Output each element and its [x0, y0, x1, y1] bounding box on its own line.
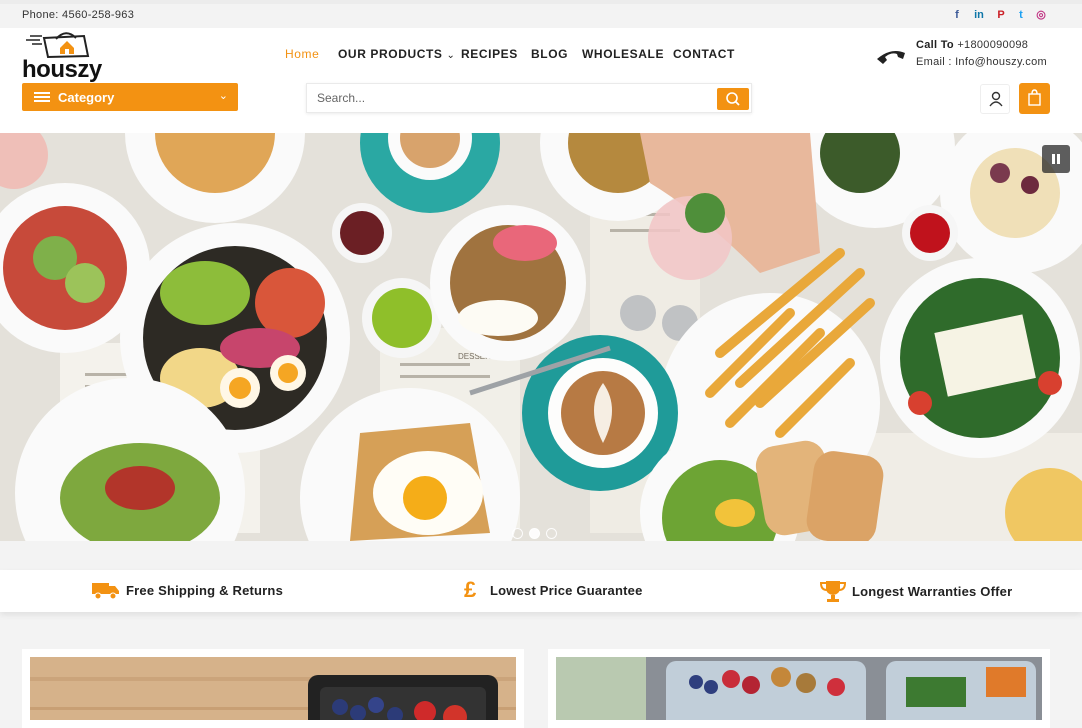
product-card[interactable]	[548, 649, 1050, 728]
facebook-icon[interactable]: f	[952, 9, 962, 21]
nav-our-products[interactable]: OUR PRODUCTS ⌄	[338, 47, 461, 61]
truck-icon	[92, 583, 119, 600]
search-bar	[306, 83, 752, 113]
nav-blog[interactable]: BLOG	[531, 47, 582, 61]
nav-contact[interactable]: CONTACT	[673, 47, 734, 61]
logo[interactable]: houszy	[22, 30, 102, 83]
hamburger-icon	[34, 92, 50, 102]
phone-icon	[877, 51, 905, 64]
hero-food-image: DESSERT $9	[0, 133, 1082, 541]
cart-button[interactable]	[1019, 83, 1050, 114]
slider-pause-button[interactable]	[1042, 145, 1070, 173]
trophy-icon	[820, 581, 846, 602]
feature-warranty-label: Longest Warranties Offer	[852, 583, 1013, 599]
feature-shipping-label: Free Shipping & Returns	[126, 582, 284, 598]
pause-icon	[1052, 154, 1060, 164]
slider-dot-3[interactable]	[546, 528, 557, 539]
search-input[interactable]	[317, 90, 707, 106]
nav-home[interactable]: Home	[285, 47, 338, 61]
social-links: f in P t ◎	[952, 9, 1046, 21]
nav-recipes[interactable]: RECIPES	[461, 47, 531, 61]
call-phone[interactable]: +1800090098	[957, 39, 1028, 51]
berries-container-image	[30, 657, 516, 720]
slider-dot-1[interactable]	[512, 528, 523, 539]
category-button[interactable]: Category ⌄	[22, 83, 238, 111]
product-card-image	[30, 657, 516, 720]
search-button[interactable]	[717, 88, 749, 110]
chevron-down-icon: ⌄	[446, 50, 456, 61]
user-icon	[989, 91, 1003, 107]
site-header: houszy Category ⌄ Home OUR PRODUCTS ⌄ RE…	[0, 28, 1082, 133]
pinterest-icon[interactable]: P	[996, 9, 1006, 21]
linkedin-icon[interactable]: in	[972, 9, 986, 21]
meal-prep-containers-image	[556, 657, 1042, 720]
topbar-phone: Phone: 4560-258-963	[22, 9, 135, 21]
main-nav: Home OUR PRODUCTS ⌄ RECIPES BLOG WHOLESA…	[285, 47, 734, 61]
shopping-bag-icon	[1028, 89, 1041, 106]
call-label: Call To	[916, 39, 954, 51]
product-card-image	[556, 657, 1042, 720]
email-line[interactable]: Email : Info@houszy.com	[916, 56, 1047, 68]
category-label: Category	[58, 89, 115, 105]
feature-price: £ Lowest Price Guarantee	[464, 577, 643, 602]
logo-text: houszy	[22, 56, 102, 83]
features-bar: Free Shipping & Returns £ Lowest Price G…	[0, 570, 1082, 612]
chevron-down-icon: ⌄	[218, 90, 228, 102]
nav-wholesale[interactable]: WHOLESALE	[582, 47, 673, 61]
feature-shipping: Free Shipping & Returns	[92, 580, 283, 600]
slider-dots	[512, 528, 557, 539]
call-line: Call To +1800090098	[916, 39, 1028, 51]
nav-our-products-label: OUR PRODUCTS	[338, 47, 443, 61]
hero-slider[interactable]: DESSERT $9	[0, 133, 1082, 541]
feature-warranty: Longest Warranties Offer	[820, 580, 1012, 602]
top-bar: Phone: 4560-258-963 f in P t ◎	[0, 0, 1082, 28]
search-icon	[726, 92, 740, 106]
instagram-icon[interactable]: ◎	[1036, 9, 1046, 21]
slider-dot-2[interactable]	[529, 528, 540, 539]
twitter-icon[interactable]: t	[1016, 9, 1026, 21]
account-button[interactable]	[980, 84, 1010, 114]
pound-icon: £	[464, 577, 477, 602]
feature-price-label: Lowest Price Guarantee	[490, 582, 643, 598]
product-card[interactable]	[22, 649, 524, 728]
